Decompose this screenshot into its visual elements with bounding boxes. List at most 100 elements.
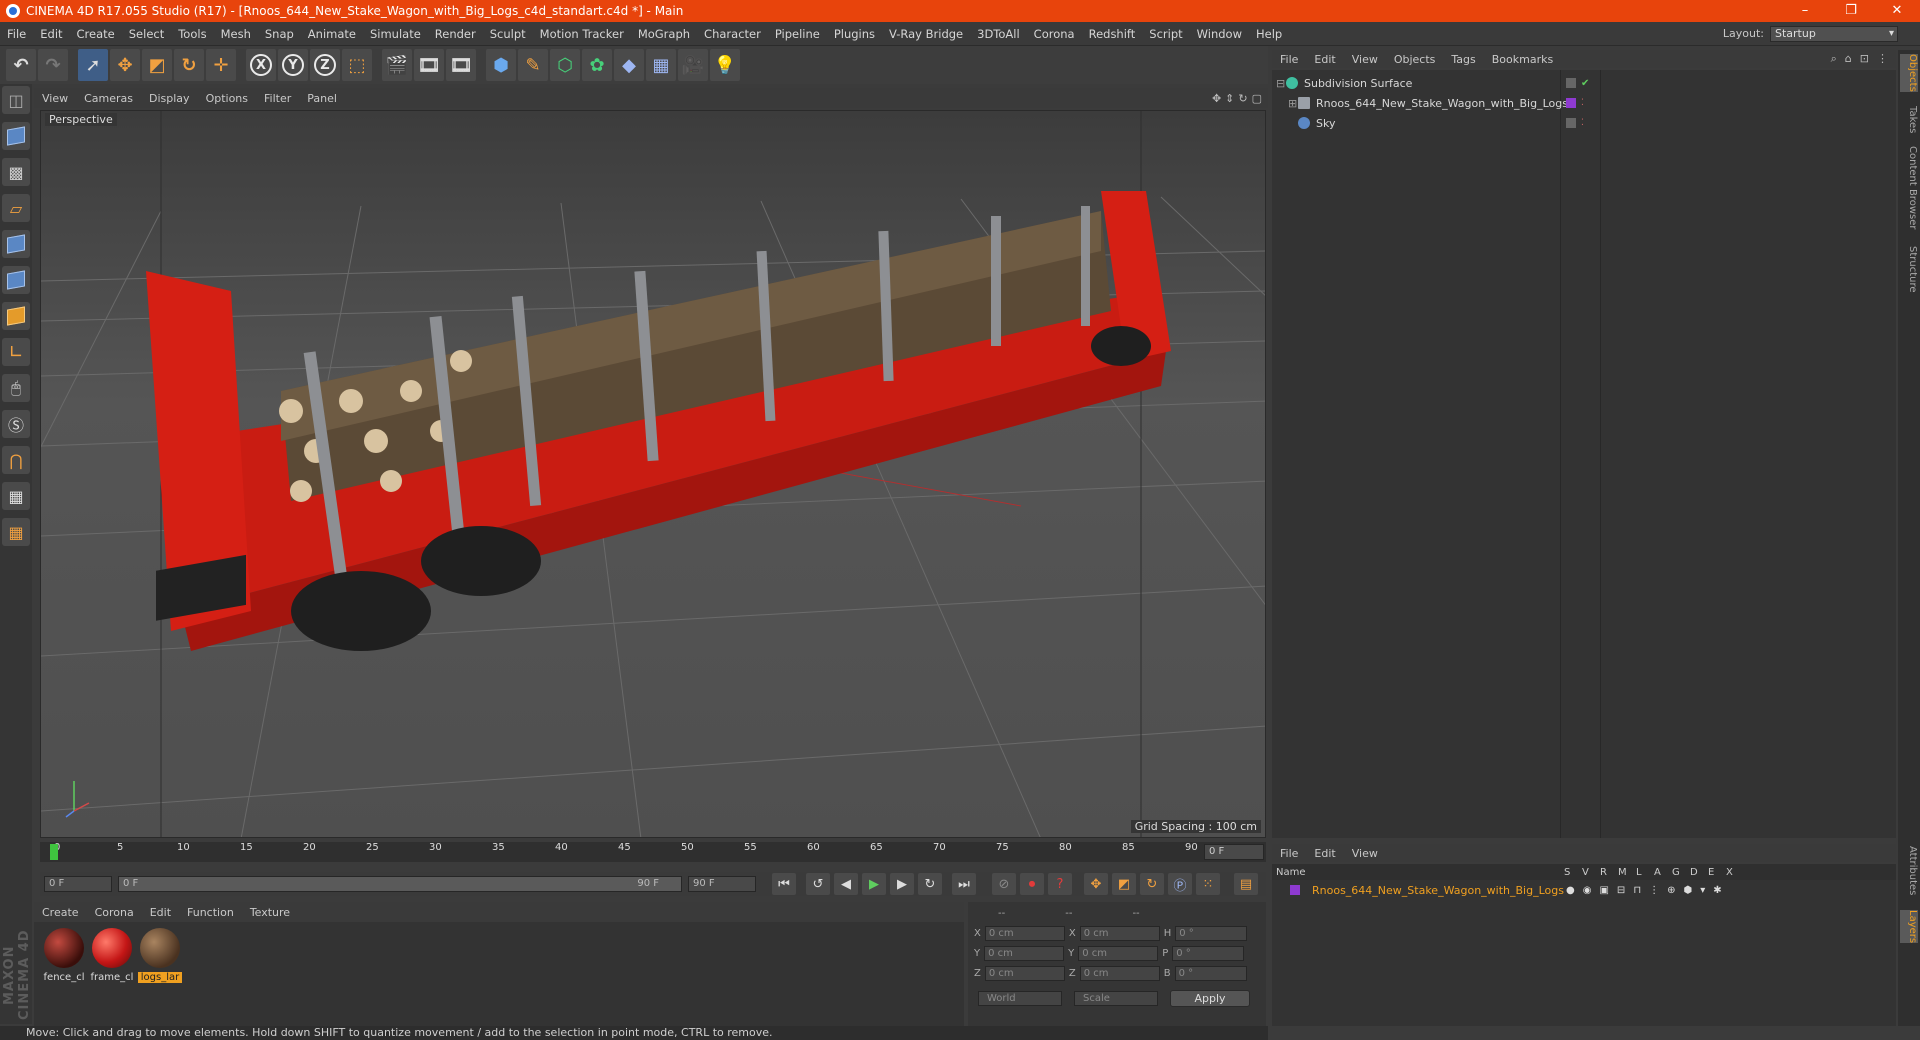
play-button[interactable]: ▶ xyxy=(862,873,886,895)
menu-character[interactable]: Character xyxy=(697,22,768,46)
snap-button[interactable]: ⋂ xyxy=(2,446,30,474)
lock-icon[interactable]: ⊓ xyxy=(1633,885,1641,896)
z-axis-button[interactable]: Z xyxy=(310,49,340,81)
key-scale-button[interactable]: ◩ xyxy=(1112,873,1136,895)
menu-script[interactable]: Script xyxy=(1142,22,1189,46)
position-y-field[interactable]: 0 cm xyxy=(984,946,1065,961)
maximize-button[interactable]: ❐ xyxy=(1828,0,1874,22)
tab-structure[interactable]: Structure xyxy=(1900,246,1918,293)
redo-button[interactable]: ↷ xyxy=(38,49,68,81)
close-button[interactable]: ✕ xyxy=(1874,0,1920,22)
visibility-flag-icon[interactable] xyxy=(1566,118,1576,128)
layer-col-solo[interactable]: S xyxy=(1564,867,1582,878)
texture-mode-button[interactable]: ▩ xyxy=(2,158,30,186)
record-keys-button[interactable]: ⊘ xyxy=(992,873,1016,895)
view-eye-icon[interactable]: ◉ xyxy=(1583,885,1592,896)
xref-icon[interactable]: ✱ xyxy=(1713,885,1721,896)
objects-menu-objects[interactable]: Objects xyxy=(1386,53,1444,66)
menu-vray-bridge[interactable]: V-Ray Bridge xyxy=(882,22,970,46)
current-frame-field[interactable]: 0 F xyxy=(1204,844,1264,860)
pen-button[interactable]: ✎ xyxy=(518,49,548,81)
viewport-camera-label[interactable]: Perspective xyxy=(45,113,117,126)
layer-color-swatch[interactable] xyxy=(1290,885,1300,895)
tab-attributes[interactable]: Attributes xyxy=(1900,846,1918,895)
size-y-field[interactable]: 0 cm xyxy=(1078,946,1159,961)
visibility-dots-icon[interactable]: ⁚ xyxy=(1581,118,1584,128)
menu-motion-tracker[interactable]: Motion Tracker xyxy=(533,22,631,46)
recent-tool-button[interactable]: ✛ xyxy=(206,49,236,81)
layer-col-xref[interactable]: X xyxy=(1726,867,1744,878)
menu-file[interactable]: File xyxy=(0,22,33,46)
mograph-cloner-button[interactable]: ✿ xyxy=(582,49,612,81)
solo-dot-icon[interactable]: ● xyxy=(1566,885,1575,896)
new-view-icon[interactable]: ⊡ xyxy=(1860,52,1869,66)
menu-plugins[interactable]: Plugins xyxy=(827,22,882,46)
layers-menu-file[interactable]: File xyxy=(1272,847,1306,860)
coordinate-system-button[interactable]: ⬚ xyxy=(342,49,372,81)
undo-button[interactable]: ↶ xyxy=(6,49,36,81)
coordinate-space-dropdown[interactable]: World xyxy=(978,991,1062,1006)
cube-button[interactable]: ⬢ xyxy=(486,49,516,81)
rotation-b-field[interactable]: 0 ° xyxy=(1174,966,1247,981)
objects-menu-edit[interactable]: Edit xyxy=(1306,53,1343,66)
viewport-menu-cameras[interactable]: Cameras xyxy=(76,92,141,105)
points-mode-button[interactable] xyxy=(2,230,30,258)
layer-col-animation[interactable]: A xyxy=(1654,867,1672,878)
menu-render[interactable]: Render xyxy=(428,22,483,46)
menu-help[interactable]: Help xyxy=(1249,22,1289,46)
generator-icon[interactable]: ⊕ xyxy=(1667,885,1675,896)
menu-redshift[interactable]: Redshift xyxy=(1082,22,1143,46)
move-tool-button[interactable]: ✥ xyxy=(110,49,140,81)
layer-col-manager[interactable]: M xyxy=(1618,867,1636,878)
3d-viewport[interactable]: Perspective Grid Spacing : 100 cm xyxy=(40,110,1266,838)
menu-create[interactable]: Create xyxy=(70,22,122,46)
menu-animate[interactable]: Animate xyxy=(301,22,363,46)
light-button[interactable]: 💡 xyxy=(710,49,740,81)
layer-col-render[interactable]: R xyxy=(1600,867,1618,878)
object-row[interactable]: Sky ⁚ xyxy=(1272,114,1896,132)
viewport-menu-filter[interactable]: Filter xyxy=(256,92,299,105)
orbit-view-icon[interactable]: ↻ xyxy=(1238,92,1247,105)
objects-menu-view[interactable]: View xyxy=(1344,53,1386,66)
rotate-tool-button[interactable]: ↻ xyxy=(174,49,204,81)
tab-takes[interactable]: Takes xyxy=(1900,106,1918,133)
deformer-icon[interactable]: ⬢ xyxy=(1684,885,1693,896)
layer-row[interactable]: Rnoos_644_New_Stake_Wagon_with_Big_Logs … xyxy=(1272,882,1896,898)
layer-color-flag-icon[interactable] xyxy=(1566,98,1576,108)
workplane-mode-button[interactable]: ▱ xyxy=(2,194,30,222)
workplane-lock-button[interactable]: ▦ xyxy=(2,482,30,510)
make-editable-button[interactable]: ◫ xyxy=(2,86,30,114)
next-frame-button[interactable]: ▶ xyxy=(890,873,914,895)
render-picture-viewer-button[interactable]: 🎞 xyxy=(414,49,444,81)
tab-content-browser[interactable]: Content Browser xyxy=(1900,146,1918,229)
floor-button[interactable]: ▦ xyxy=(646,49,676,81)
expand-toggle-icon[interactable]: ⊞ xyxy=(1288,97,1298,110)
rotation-h-field[interactable]: 0 ° xyxy=(1175,926,1248,941)
model-mode-button[interactable] xyxy=(2,122,30,150)
timeline-ruler[interactable]: 0 5 10 15 20 25 30 35 40 45 50 55 60 65 … xyxy=(40,842,1266,862)
polygons-mode-button[interactable] xyxy=(2,302,30,330)
menu-corona[interactable]: Corona xyxy=(1027,22,1082,46)
solo-button[interactable]: Ⓢ xyxy=(2,410,30,438)
autokey-button[interactable]: ⏺ xyxy=(1020,873,1044,895)
size-z-field[interactable]: 0 cm xyxy=(1079,966,1160,981)
render-icon[interactable]: ▣ xyxy=(1599,885,1608,896)
objects-menu-tags[interactable]: Tags xyxy=(1443,53,1483,66)
menu-mograph[interactable]: MoGraph xyxy=(631,22,697,46)
visibility-flag-icon[interactable] xyxy=(1566,77,1576,88)
object-row[interactable]: ⊟ Subdivision Surface ✔ xyxy=(1272,74,1896,92)
size-mode-dropdown[interactable]: Scale xyxy=(1074,991,1158,1006)
render-settings-button[interactable]: 🎞 xyxy=(446,49,476,81)
live-selection-button[interactable]: ➚ xyxy=(78,49,108,81)
apply-button[interactable]: Apply xyxy=(1170,990,1250,1007)
end-frame-field[interactable]: 90 F xyxy=(688,876,756,892)
layers-menu-view[interactable]: View xyxy=(1344,847,1386,860)
viewport-menu-display[interactable]: Display xyxy=(141,92,198,105)
menu-sculpt[interactable]: Sculpt xyxy=(483,22,533,46)
layer-col-locked[interactable]: L xyxy=(1636,867,1654,878)
objects-menu-bookmarks[interactable]: Bookmarks xyxy=(1484,53,1561,66)
tab-objects[interactable]: Objects xyxy=(1900,54,1918,92)
rotation-p-field[interactable]: 0 ° xyxy=(1172,946,1245,961)
dolly-view-icon[interactable]: ⇕ xyxy=(1225,92,1234,105)
viewport-menu-panel[interactable]: Panel xyxy=(299,92,345,105)
